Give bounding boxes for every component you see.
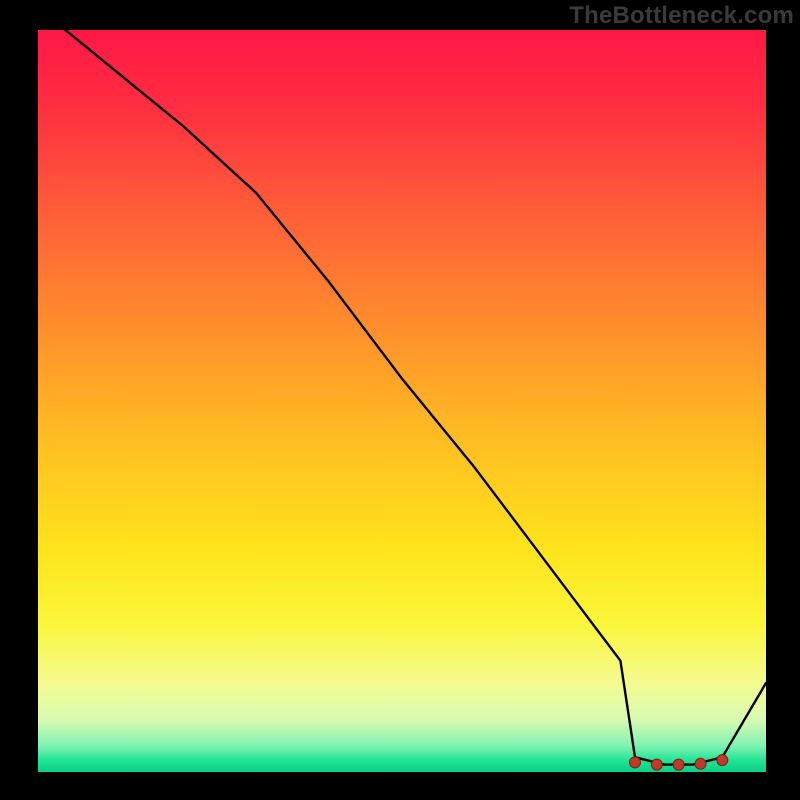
marker-dot (630, 757, 641, 768)
bottleneck-chart (0, 0, 800, 800)
watermark-label: TheBottleneck.com (569, 2, 794, 30)
marker-dot (673, 759, 684, 770)
marker-dot (695, 758, 706, 769)
chart-container: TheBottleneck.com (0, 0, 800, 800)
marker-dot (651, 759, 662, 770)
marker-dot (717, 755, 728, 766)
plot-background (38, 30, 766, 772)
